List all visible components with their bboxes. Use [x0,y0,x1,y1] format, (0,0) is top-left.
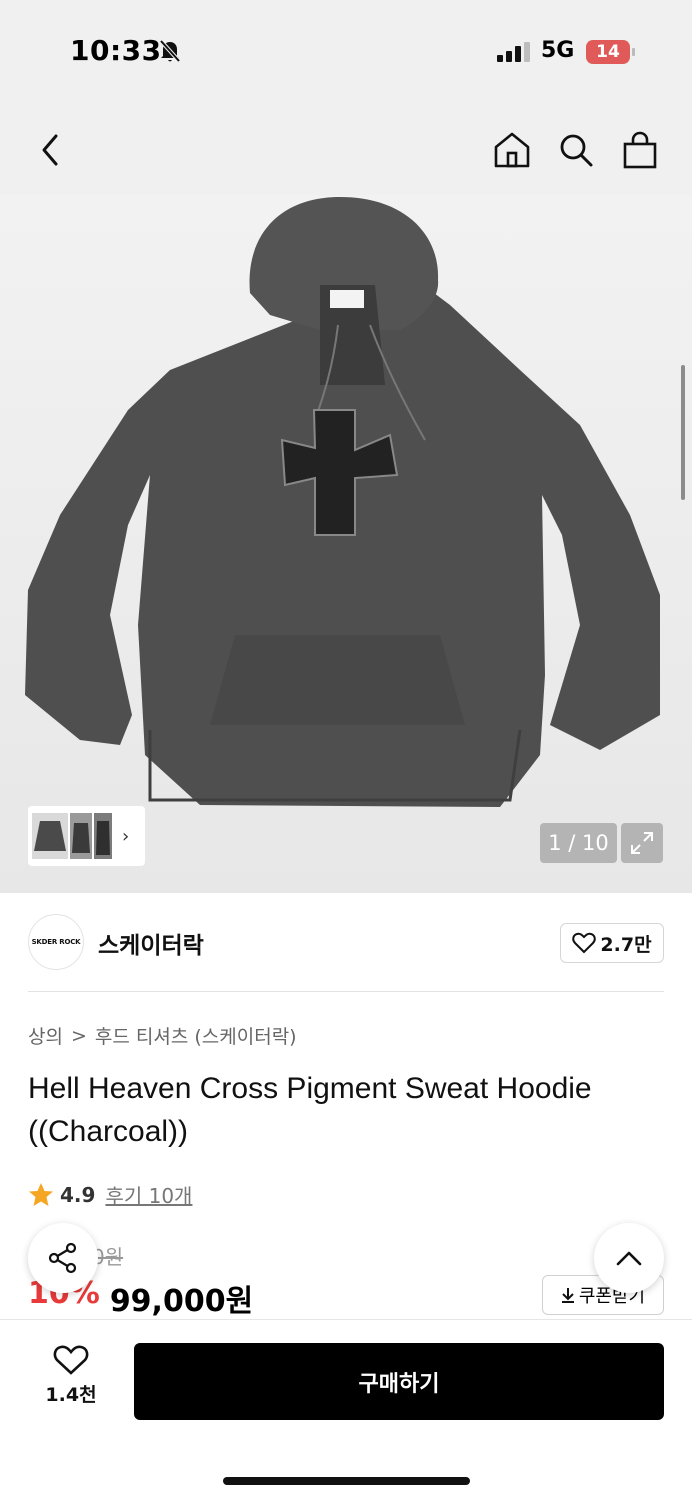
share-icon [48,1242,77,1274]
breadcrumb-separator: > [70,1024,87,1047]
rating-row: 4.9 후기 10개 [28,1180,192,1209]
sale-price: 99,000원 [109,1284,254,1319]
status-bar: 10:33 5G 14 [0,0,692,100]
thumbnail-3[interactable] [94,813,112,859]
scroll-indicator[interactable] [681,365,685,500]
star-icon [29,1182,53,1206]
brand-row: SKDER ROCK 스케이터락 2.7만 [0,893,692,993]
share-button[interactable] [28,1223,98,1293]
wishlist-button[interactable]: 1.4천 [30,1344,112,1414]
network-label: 5G [541,38,575,63]
bell-slash-icon [159,39,181,63]
cart-button[interactable] [620,130,660,170]
rating-value: 4.9 [60,1182,96,1207]
product-image-hoodie [25,197,660,807]
home-indicator [223,1477,470,1485]
brand-like-count: 2.7만 [600,933,652,956]
top-navigation [0,100,692,195]
buy-button[interactable]: 구매하기 [134,1343,664,1420]
wishlist-count: 1.4천 [45,1384,97,1406]
product-title: Hell Heaven Cross Pigment Sweat Hoodie (… [28,1072,592,1148]
chevron-up-icon [616,1251,642,1266]
brand-name[interactable]: 스케이터락 [98,926,204,960]
brand-logo[interactable]: SKDER ROCK [28,914,84,970]
breadcrumb-category[interactable]: 상의 [28,1022,63,1049]
search-icon [560,134,593,167]
home-icon [494,132,530,168]
heart-icon [53,1345,89,1375]
thumbnail-2[interactable] [70,813,92,859]
product-image-gallery[interactable]: › 1 / 10 [0,195,692,893]
thumbnail-strip[interactable]: › [28,806,145,866]
expand-button[interactable] [621,823,663,863]
back-icon [42,134,58,166]
signal-icon [497,42,530,62]
status-time: 10:33 [70,34,162,67]
back-button[interactable] [30,130,70,170]
home-button[interactable] [492,130,532,170]
heart-icon [572,932,597,954]
search-button[interactable] [556,130,596,170]
chevron-right-icon: › [122,825,130,847]
thumbnail-1[interactable] [32,813,68,859]
bag-icon [623,131,657,169]
download-icon [561,1288,574,1303]
battery-indicator: 14 [586,40,630,64]
breadcrumb: 상의 > 후드 티셔츠 (스케이터락) [28,1022,297,1049]
review-link[interactable]: 후기 10개 [105,1180,192,1209]
brand-like-button[interactable]: 2.7만 [560,923,664,963]
battery-cap [632,48,635,56]
bottom-action-bar: 1.4천 구매하기 [0,1319,692,1500]
image-counter: 1 / 10 [540,823,617,863]
breadcrumb-subcategory[interactable]: 후드 티셔츠 (스케이터락) [95,1022,297,1049]
divider [28,991,664,992]
expand-icon [631,832,653,854]
scroll-top-button[interactable] [594,1223,664,1293]
